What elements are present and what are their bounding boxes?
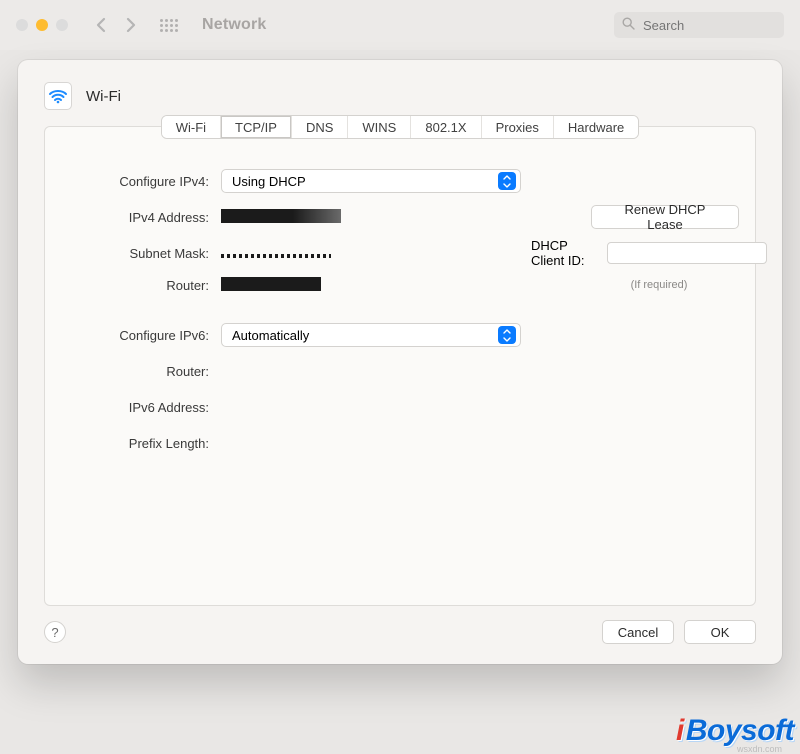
help-button[interactable]: ? [44,621,66,643]
tab-bar: Wi-Fi TCP/IP DNS WINS 802.1X Proxies Har… [57,115,743,139]
settings-sheet: Wi-Fi Wi-Fi TCP/IP DNS WINS 802.1X Proxi… [18,60,782,664]
tab-dns[interactable]: DNS [292,116,348,138]
segmented-control: Wi-Fi TCP/IP DNS WINS 802.1X Proxies Har… [161,115,640,139]
window-controls [16,19,68,31]
tab-proxies[interactable]: Proxies [482,116,554,138]
chevron-updown-icon [498,172,516,190]
form-area: Configure IPv4: Using DHCP IPv4 Address:… [57,157,743,467]
watermark-rest: Boysoft [686,714,794,748]
label-ipv6-address: IPv6 Address: [61,400,211,415]
watermark-i: i [676,714,684,748]
tab-wifi[interactable]: Wi-Fi [162,116,221,138]
window-titlebar: Network [0,0,800,50]
cancel-button[interactable]: Cancel [602,620,674,644]
value-subnet-mask [221,246,521,261]
search-field[interactable] [614,12,784,38]
zoom-dot[interactable] [56,19,68,31]
apps-grid-icon[interactable] [160,19,178,32]
label-ipv6-router: Router: [61,364,211,379]
minimize-dot[interactable] [36,19,48,31]
sheet-footer: ? Cancel OK [44,606,756,644]
close-dot[interactable] [16,19,28,31]
tab-wins[interactable]: WINS [348,116,411,138]
watermark-site: wsxdn.com [737,744,782,754]
label-ipv4-router: Router: [61,278,211,293]
nav-arrows [96,17,136,33]
value-ipv4-router [221,277,521,294]
back-icon[interactable] [96,17,107,33]
wifi-icon [44,82,72,110]
select-configure-ipv6[interactable]: Automatically [221,323,521,347]
search-input[interactable] [641,17,776,34]
search-icon [622,17,635,33]
tab-panel: Wi-Fi TCP/IP DNS WINS 802.1X Proxies Har… [44,126,756,606]
label-ipv4-address: IPv4 Address: [61,210,211,225]
chevron-updown-icon [498,326,516,344]
dhcp-hint: (If required) [579,279,739,291]
window-title: Network [202,16,267,34]
watermark-logo: iBoysoft [676,714,794,748]
tab-8021x[interactable]: 802.1X [411,116,481,138]
ok-button[interactable]: OK [684,620,756,644]
sheet-title: Wi-Fi [86,88,121,105]
label-configure-ipv6: Configure IPv6: [61,328,211,343]
forward-icon[interactable] [125,17,136,33]
value-ipv4-address [221,209,521,226]
label-prefix-length: Prefix Length: [61,436,211,451]
sheet-header: Wi-Fi [44,82,756,110]
label-dhcp-client-id: DHCP Client ID: [531,238,599,268]
label-subnet-mask: Subnet Mask: [61,246,211,261]
tab-hardware[interactable]: Hardware [554,116,638,138]
renew-dhcp-button[interactable]: Renew DHCP Lease [591,205,739,229]
label-configure-ipv4: Configure IPv4: [61,174,211,189]
dhcp-client-id-field[interactable] [607,242,767,264]
select-configure-ipv4-value: Using DHCP [232,174,306,189]
tab-tcpip[interactable]: TCP/IP [221,116,292,138]
select-configure-ipv6-value: Automatically [232,328,309,343]
select-configure-ipv4[interactable]: Using DHCP [221,169,521,193]
